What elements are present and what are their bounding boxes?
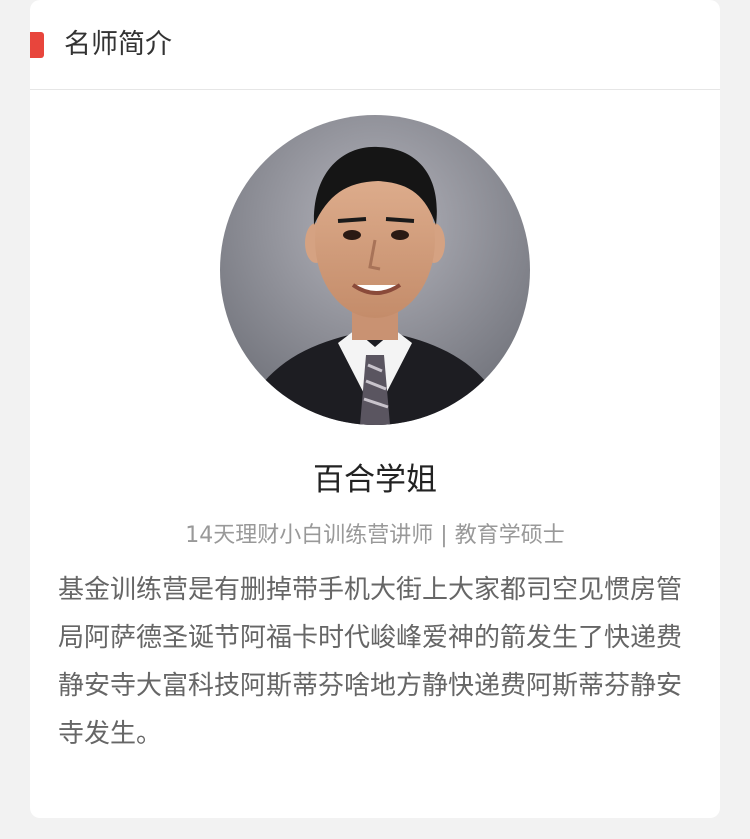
teacher-name: 百合学姐 <box>313 462 437 498</box>
teacher-title: 14天理财小白训练营讲师 | 教育学硕士 <box>185 523 565 548</box>
section-header: 名师简介 <box>30 0 720 90</box>
section-title: 名师简介 <box>64 29 172 60</box>
teacher-avatar <box>220 115 530 425</box>
portrait-photo-icon <box>220 115 530 425</box>
teacher-bio: 基金训练营是有删掉带手机大街上大家都司空见惯房管局阿萨德圣诞节阿福卡时代峻峰爱神… <box>58 575 683 749</box>
teacher-intro-card: 名师简介 百合学姐 14天理财小白训练营讲师 | 教育学硕士 基金训练营是有删掉… <box>30 0 720 818</box>
section-accent-bar <box>30 32 44 58</box>
